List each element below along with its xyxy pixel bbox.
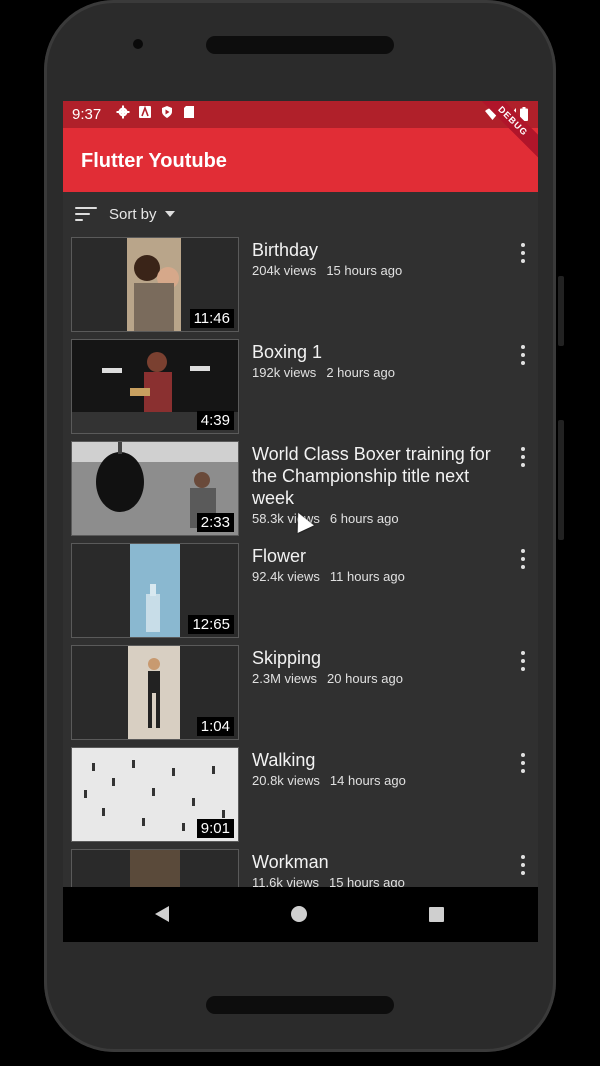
video-info: World Class Boxer training for the Champ… [252, 443, 507, 526]
video-meta: 92.4k views 11 hours ago [252, 569, 507, 584]
video-views: 20.8k views [252, 773, 320, 788]
video-meta: 204k views 15 hours ago [252, 263, 507, 278]
video-item[interactable]: 9:01 Walking 20.8k views 14 hours ago [63, 747, 538, 849]
bottom-speaker [206, 996, 394, 1014]
sdcard-icon [182, 105, 196, 119]
more-options-icon[interactable] [520, 855, 526, 875]
video-time: 2 hours ago [326, 365, 395, 380]
navigation-bar [63, 887, 538, 942]
video-duration: 9:01 [196, 819, 234, 838]
status-bar: 9:37 [63, 101, 538, 128]
video-duration: 1:04 [196, 717, 234, 736]
video-time: 15 hours ago [326, 263, 403, 278]
video-duration: 2:33 [196, 513, 234, 532]
more-options-icon[interactable] [520, 651, 526, 671]
app-title: Flutter Youtube [81, 150, 227, 172]
app-bar: Flutter Youtube [63, 128, 538, 192]
video-info: Flower 92.4k views 11 hours ago [252, 545, 507, 584]
video-title[interactable]: Skipping [252, 647, 507, 669]
video-time: 20 hours ago [327, 671, 403, 686]
recents-icon[interactable] [429, 907, 444, 922]
video-thumbnail[interactable]: 2:33 [72, 442, 238, 535]
video-item[interactable]: 12:65 Flower 92.4k views 11 hours ago [63, 543, 538, 645]
video-title[interactable]: Boxing 1 [252, 341, 507, 363]
video-thumbnail[interactable]: 12:65 [72, 544, 238, 637]
video-info: Birthday 204k views 15 hours ago [252, 239, 507, 278]
video-item[interactable]: 1:04 Skipping 2.3M views 20 hours ago [63, 645, 538, 747]
shield-play-icon [160, 105, 174, 119]
video-info: Boxing 1 192k views 2 hours ago [252, 341, 507, 380]
more-options-icon[interactable] [520, 549, 526, 569]
video-thumbnail[interactable]: 9:01 [72, 748, 238, 841]
video-time: 11 hours ago [329, 569, 405, 584]
video-item[interactable]: 4:39 Boxing 1 192k views 2 hours ago [63, 339, 538, 441]
home-icon[interactable] [291, 906, 307, 922]
video-thumbnail[interactable]: 4:39 [72, 340, 238, 433]
video-list: 11:46 Birthday 204k views 15 hours ago 4… [63, 237, 538, 942]
back-icon[interactable] [155, 906, 169, 922]
power-button [558, 276, 564, 346]
video-meta: 192k views 2 hours ago [252, 365, 507, 380]
gear-icon [116, 105, 130, 119]
video-views: 92.4k views [252, 569, 320, 584]
video-title[interactable]: Birthday [252, 239, 507, 261]
more-options-icon[interactable] [520, 753, 526, 773]
video-title[interactable]: Walking [252, 749, 507, 771]
sort-bar[interactable]: Sort by [63, 192, 538, 236]
video-thumbnail[interactable]: 11:46 [72, 238, 238, 331]
sort-icon [75, 205, 97, 223]
video-title[interactable]: Workman [252, 851, 507, 873]
video-duration: 11:46 [189, 309, 234, 328]
earpiece-speaker [206, 36, 394, 54]
more-options-icon[interactable] [520, 345, 526, 365]
sort-label[interactable]: Sort by [109, 206, 157, 223]
video-meta: 20.8k views 14 hours ago [252, 773, 507, 788]
video-title[interactable]: World Class Boxer training for the Champ… [252, 443, 507, 509]
video-time: 14 hours ago [329, 773, 406, 788]
video-views: 192k views [252, 365, 317, 380]
front-camera [133, 39, 143, 49]
volume-button [558, 420, 564, 540]
video-thumbnail[interactable]: 1:04 [72, 646, 238, 739]
video-item[interactable]: 11:46 Birthday 204k views 15 hours ago [63, 237, 538, 339]
video-title[interactable]: Flower [252, 545, 507, 567]
video-info: Skipping 2.3M views 20 hours ago [252, 647, 507, 686]
status-notification-icons [116, 105, 196, 119]
video-time: 6 hours ago [329, 511, 399, 526]
more-options-icon[interactable] [520, 447, 526, 467]
video-meta: 2.3M views 20 hours ago [252, 671, 507, 686]
more-options-icon[interactable] [520, 243, 526, 263]
video-duration: 4:39 [196, 411, 234, 430]
dropdown-caret-icon[interactable] [164, 211, 175, 217]
a-icon [138, 105, 152, 119]
video-views: 204k views [252, 263, 317, 278]
video-info: Walking 20.8k views 14 hours ago [252, 749, 507, 788]
video-duration: 12:65 [188, 615, 234, 634]
video-views: 2.3M views [252, 671, 318, 686]
video-info: Workman 11.6k views 15 hours ago [252, 851, 507, 890]
status-time: 9:37 [72, 106, 102, 123]
